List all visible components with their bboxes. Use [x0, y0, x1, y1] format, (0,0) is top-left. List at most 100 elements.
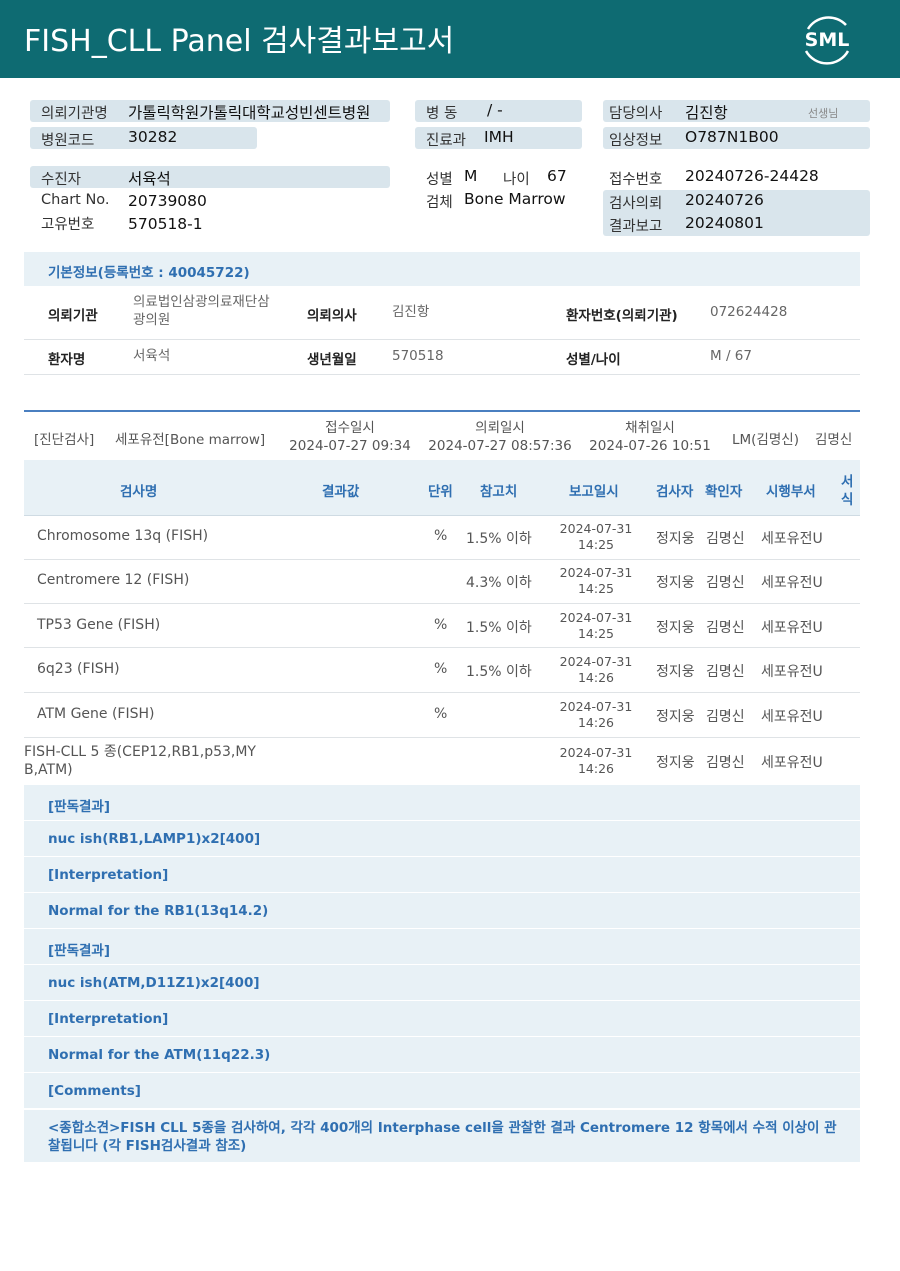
note-row: nuc ish(RB1,LAMP1)x2[400]: [24, 821, 860, 857]
row-test-name: ATM Gene (FISH): [37, 706, 155, 722]
note-row: Normal for the RB1(13q14.2): [24, 893, 860, 929]
age-value: 67: [547, 167, 567, 185]
row-dept: 세포유전U: [761, 755, 823, 771]
row-unit: %: [434, 661, 448, 677]
age-label: 나이: [503, 172, 530, 188]
basic-inst-label: 의뢰기관: [48, 308, 98, 324]
exam-type: 세포유전[Bone marrow]: [115, 432, 266, 448]
row-report-time: 2024-07-31 14:26: [559, 654, 633, 685]
ward-label: 병 동: [426, 106, 458, 122]
summary-text: <종합소견>FISH CLL 5종을 검사하여, 각각 400개의 Interp…: [48, 1120, 837, 1154]
col-code-line2: 식: [841, 492, 854, 508]
basic-inst-value-line1: 의료법인삼광의료재단삼: [133, 294, 270, 310]
exam-divider: [24, 410, 860, 412]
exam-requested-value: 2024-07-27 08:57:36: [428, 438, 572, 454]
doctor-suffix: 선생님: [808, 107, 839, 120]
exam-collected-label: 채취일시: [625, 420, 675, 436]
hospital-code-label: 병원코드: [41, 133, 95, 149]
clinical-info-value: O787N1B00: [685, 128, 779, 146]
table-row: Centromere 12 (FISH) 4.3% 이하 2024-07-31 1…: [24, 560, 860, 604]
basic-name-value: 서육석: [133, 348, 171, 364]
row-test-name: Chromosome 13q (FISH): [37, 528, 209, 544]
row-dept: 세포유전U: [761, 531, 823, 547]
specimen-label: 검체: [426, 195, 453, 211]
row-reference: 1.5% 이하: [466, 664, 532, 680]
ward-value: / -: [487, 101, 503, 119]
sex-value: M: [464, 167, 478, 185]
sml-logo: SML: [805, 16, 849, 65]
row-unit: %: [434, 528, 448, 544]
row-verifier: 김명신: [706, 709, 745, 725]
basic-sexage-value: M / 67: [710, 348, 752, 364]
row-tester: 정지웅: [656, 575, 695, 591]
col-unit: 단위: [428, 484, 453, 500]
row-test-name-line2: B,ATM): [24, 762, 73, 778]
unique-no-value: 570518-1: [128, 215, 203, 233]
exam-collected: 채취일시 2024-07-26 10:51: [585, 419, 715, 455]
table-row: Chromosome 13q (FISH) % 1.5% 이하 2024-07-…: [24, 516, 860, 560]
row-verifier: 김명신: [706, 664, 745, 680]
result-report-value: 20240801: [685, 214, 764, 232]
basic-info-row-2: 환자명 서육석 생년월일 570518 성별/나이 M / 67: [24, 340, 860, 375]
doctor-value: 김진항: [685, 104, 728, 122]
patient-name: 서육석: [128, 170, 171, 188]
hospital-code-value: 30282: [128, 128, 178, 146]
exam-request-label: 검사의뢰: [609, 196, 663, 212]
col-test-name: 검사명: [120, 484, 158, 500]
col-result: 결과값: [322, 484, 360, 500]
note-row: [Comments]: [24, 1073, 860, 1109]
result-report-label: 결과보고: [609, 219, 663, 235]
col-code-line1: 서: [841, 474, 854, 490]
row-dept: 세포유전U: [761, 575, 823, 591]
reception-no-value: 20240726-24428: [685, 167, 819, 185]
basic-pno-label: 환자번호(의뢰기관): [566, 308, 678, 324]
row-tester: 정지웅: [656, 664, 695, 680]
note-row: [판독결과]: [24, 785, 860, 821]
table-row: ATM Gene (FISH) % 2024-07-31 14:26 정지웅 김명…: [24, 693, 860, 738]
report-header: FISH_CLL Panel 검사결과보고서 SML: [0, 0, 900, 78]
row-report-time: 2024-07-31 14:26: [559, 699, 633, 730]
basic-inst-value-line2: 광의원: [133, 312, 171, 328]
row-reference: 1.5% 이하: [466, 620, 532, 636]
basic-info-heading-bar: 기본정보(등록번호 : 40045722): [24, 252, 860, 286]
row-test-name: 6q23 (FISH): [37, 661, 120, 677]
row-tester: 정지웅: [656, 620, 695, 636]
department-value: IMH: [484, 128, 514, 146]
note-row: nuc ish(ATM,D11Z1)x2[400]: [24, 965, 860, 1001]
note-row: [Interpretation]: [24, 1001, 860, 1037]
chart-no-label: Chart No.: [41, 192, 110, 208]
basic-info-heading: 기본정보(등록번호 : 40045722): [48, 265, 250, 281]
basic-pno-value: 072624428: [710, 304, 788, 320]
reception-no-label: 접수번호: [609, 172, 663, 188]
table-row: 6q23 (FISH) % 1.5% 이하 2024-07-31 14:26 정지…: [24, 648, 860, 693]
row-verifier: 김명신: [706, 531, 745, 547]
col-reference: 참고치: [480, 484, 518, 500]
table-row: TP53 Gene (FISH) % 1.5% 이하 2024-07-31 14:…: [24, 604, 860, 648]
note-row: [Interpretation]: [24, 857, 860, 893]
exam-received-value: 2024-07-27 09:34: [289, 438, 411, 454]
col-dept: 시행부서: [766, 484, 816, 500]
row-verifier: 김명신: [706, 575, 745, 591]
exam-requested-label: 의뢰일시: [475, 420, 525, 436]
chart-no-value: 20739080: [128, 192, 207, 210]
row-dept: 세포유전U: [761, 709, 823, 725]
row-test-name: Centromere 12 (FISH): [37, 572, 190, 588]
row-unit: %: [434, 706, 448, 722]
institution-value: 가톨릭학원가톨릭대학교성빈센트병원: [128, 104, 371, 122]
row-unit: %: [434, 617, 448, 633]
row-report-time: 2024-07-31 14:26: [559, 745, 633, 776]
department-label: 진료과: [426, 133, 467, 149]
row-dept: 세포유전U: [761, 664, 823, 680]
basic-name-label: 환자명: [48, 352, 86, 368]
table-row: FISH-CLL 5 종(CEP12,RB1,p53,MY B,ATM) 202…: [24, 738, 860, 785]
specimen-value: Bone Marrow: [464, 190, 566, 208]
patient-pill: [30, 166, 390, 188]
unique-no-label: 고유번호: [41, 217, 95, 233]
basic-dob-label: 생년월일: [307, 352, 357, 368]
row-test-name-line1: FISH-CLL 5 종(CEP12,RB1,p53,MY: [24, 744, 256, 760]
basic-info-row-1: 의뢰기관 의료법인삼광의료재단삼 광의원 의뢰의사 김진항 환자번호(의뢰기관)…: [24, 286, 860, 340]
exam-received: 접수일시 2024-07-27 09:34: [285, 419, 415, 455]
exam-requested: 의뢰일시 2024-07-27 08:57:36: [425, 419, 575, 455]
exam-lm: LM(김명신): [732, 432, 799, 448]
row-verifier: 김명신: [706, 755, 745, 771]
